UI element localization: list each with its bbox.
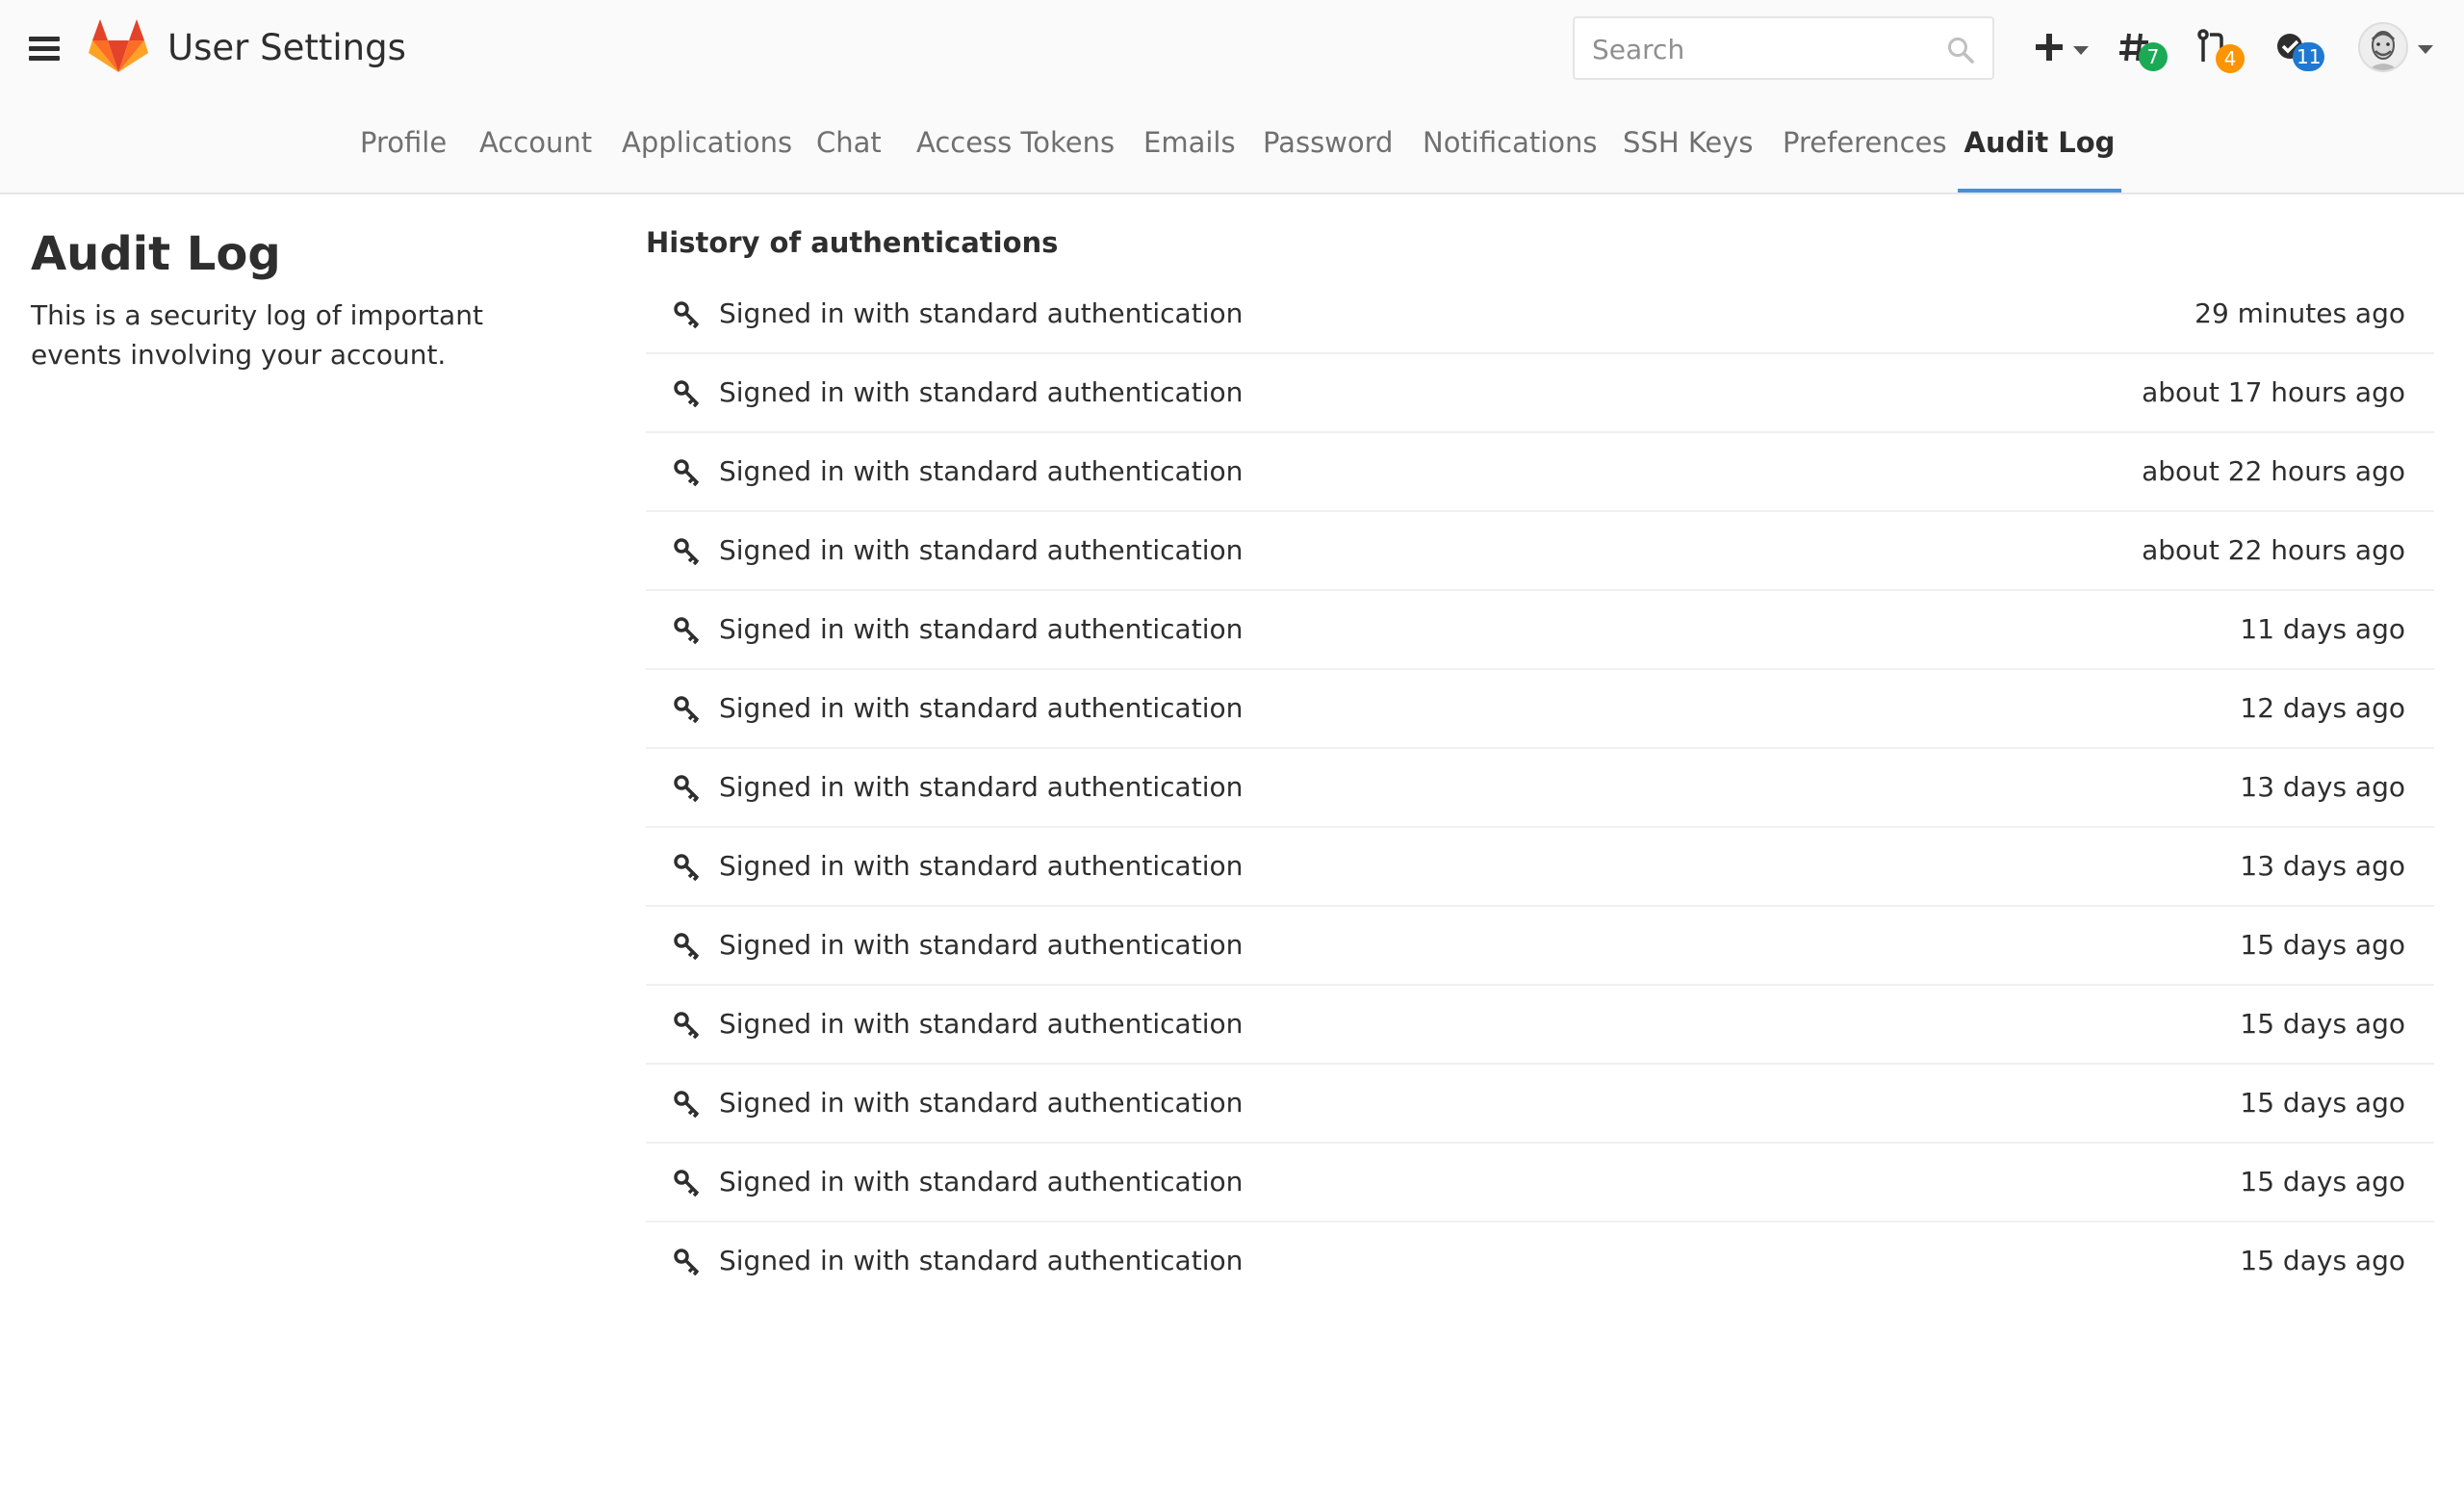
list-item: Signed in with standard authentication 1… [646,670,2434,749]
tab-account[interactable]: Account [479,114,592,193]
event-description: Signed in with standard authentication [719,929,1244,961]
todos-count-badge: 11 [2293,42,2325,71]
list-item: Signed in with standard authentication 1… [646,749,2434,828]
event-description: Signed in with standard authentication [719,1008,1244,1040]
tab-preferences[interactable]: Preferences [1783,114,1947,193]
search-box[interactable] [1573,16,1994,80]
event-time: 13 days ago [2240,850,2405,882]
avatar[interactable] [2358,22,2408,72]
event-time: 15 days ago [2240,929,2405,961]
event-time: 15 days ago [2240,1245,2405,1276]
search-icon[interactable] [1946,36,1975,64]
key-icon [674,617,700,645]
event-description: Signed in with standard authentication [719,771,1244,803]
tab-ssh-keys[interactable]: SSH Keys [1623,114,1754,193]
list-item: Signed in with standard authentication 2… [646,275,2434,354]
event-time: 11 days ago [2240,613,2405,645]
key-icon [674,775,700,803]
app-title: User Settings [167,27,406,68]
list-item: Signed in with standard authentication 1… [646,1144,2434,1223]
event-time: 12 days ago [2240,692,2405,724]
tab-access-tokens[interactable]: Access Tokens [916,114,1115,193]
tab-notifications[interactable]: Notifications [1423,114,1598,193]
key-icon [674,301,700,329]
key-icon [674,1170,700,1198]
user-avatar-icon [2368,31,2399,70]
event-description: Signed in with standard authentication [719,455,1244,487]
tab-profile[interactable]: Profile [360,114,447,193]
list-item: Signed in with standard authentication 1… [646,828,2434,907]
list-item: Signed in with standard authentication 1… [646,986,2434,1065]
event-time: about 22 hours ago [2142,455,2405,487]
key-icon [674,933,700,961]
settings-tabs: Profile Account Applications Chat Access… [0,114,2464,194]
top-navbar: User Settings 7 4 [0,0,2464,194]
page-title: Audit Log [31,227,281,281]
list-item: Signed in with standard authentication 1… [646,1065,2434,1144]
history-section-title: History of authentications [646,226,1059,259]
key-icon [674,696,700,724]
event-time: 15 days ago [2240,1166,2405,1198]
event-time: about 17 hours ago [2142,376,2405,408]
gitlab-logo-icon[interactable] [89,19,148,73]
list-item: Signed in with standard authentication a… [646,512,2434,591]
key-icon [674,854,700,882]
key-icon [674,380,700,408]
list-item: Signed in with standard authentication 1… [646,1223,2434,1301]
event-time: 29 minutes ago [2194,297,2405,329]
list-item: Signed in with standard authentication 1… [646,591,2434,670]
hamburger-menu-icon[interactable] [29,37,60,62]
list-item: Signed in with standard authentication 1… [646,907,2434,986]
tab-password[interactable]: Password [1263,114,1393,193]
authentication-history-list: Signed in with standard authentication 2… [646,275,2434,1301]
new-dropdown-button[interactable] [2035,21,2091,79]
event-description: Signed in with standard authentication [719,613,1244,645]
page-description: This is a security log of important even… [31,299,483,371]
event-description: Signed in with standard authentication [719,376,1244,408]
merge-requests-count-badge: 4 [2216,44,2245,73]
search-input[interactable] [1590,26,1921,72]
list-item: Signed in with standard authentication a… [646,433,2434,512]
merge-requests-button[interactable]: 4 [2196,21,2245,79]
key-icon [674,1012,700,1040]
list-item: Signed in with standard authentication a… [646,354,2434,433]
event-time: about 22 hours ago [2142,534,2405,566]
active-tab-indicator [1958,189,2121,193]
chevron-down-icon [2073,46,2089,55]
tab-chat[interactable]: Chat [816,114,882,193]
key-icon [674,1249,700,1276]
tab-audit-log[interactable]: Audit Log [1958,114,2121,193]
event-description: Signed in with standard authentication [719,1166,1244,1198]
user-menu-chevron-down-icon[interactable] [2418,45,2433,54]
event-description: Signed in with standard authentication [719,1245,1244,1276]
event-description: Signed in with standard authentication [719,1087,1244,1119]
issues-button[interactable]: 7 [2118,21,2168,79]
issues-count-badge: 7 [2139,42,2168,71]
plus-icon [2036,34,2063,61]
event-description: Signed in with standard authentication [719,534,1244,566]
event-description: Signed in with standard authentication [719,692,1244,724]
event-time: 15 days ago [2240,1008,2405,1040]
key-icon [674,538,700,566]
key-icon [674,459,700,487]
event-description: Signed in with standard authentication [719,297,1244,329]
event-time: 13 days ago [2240,771,2405,803]
tab-applications[interactable]: Applications [622,114,792,193]
event-time: 15 days ago [2240,1087,2405,1119]
todos-button[interactable]: 11 [2275,21,2333,79]
tab-emails[interactable]: Emails [1143,114,1236,193]
event-description: Signed in with standard authentication [719,850,1244,882]
key-icon [674,1091,700,1119]
